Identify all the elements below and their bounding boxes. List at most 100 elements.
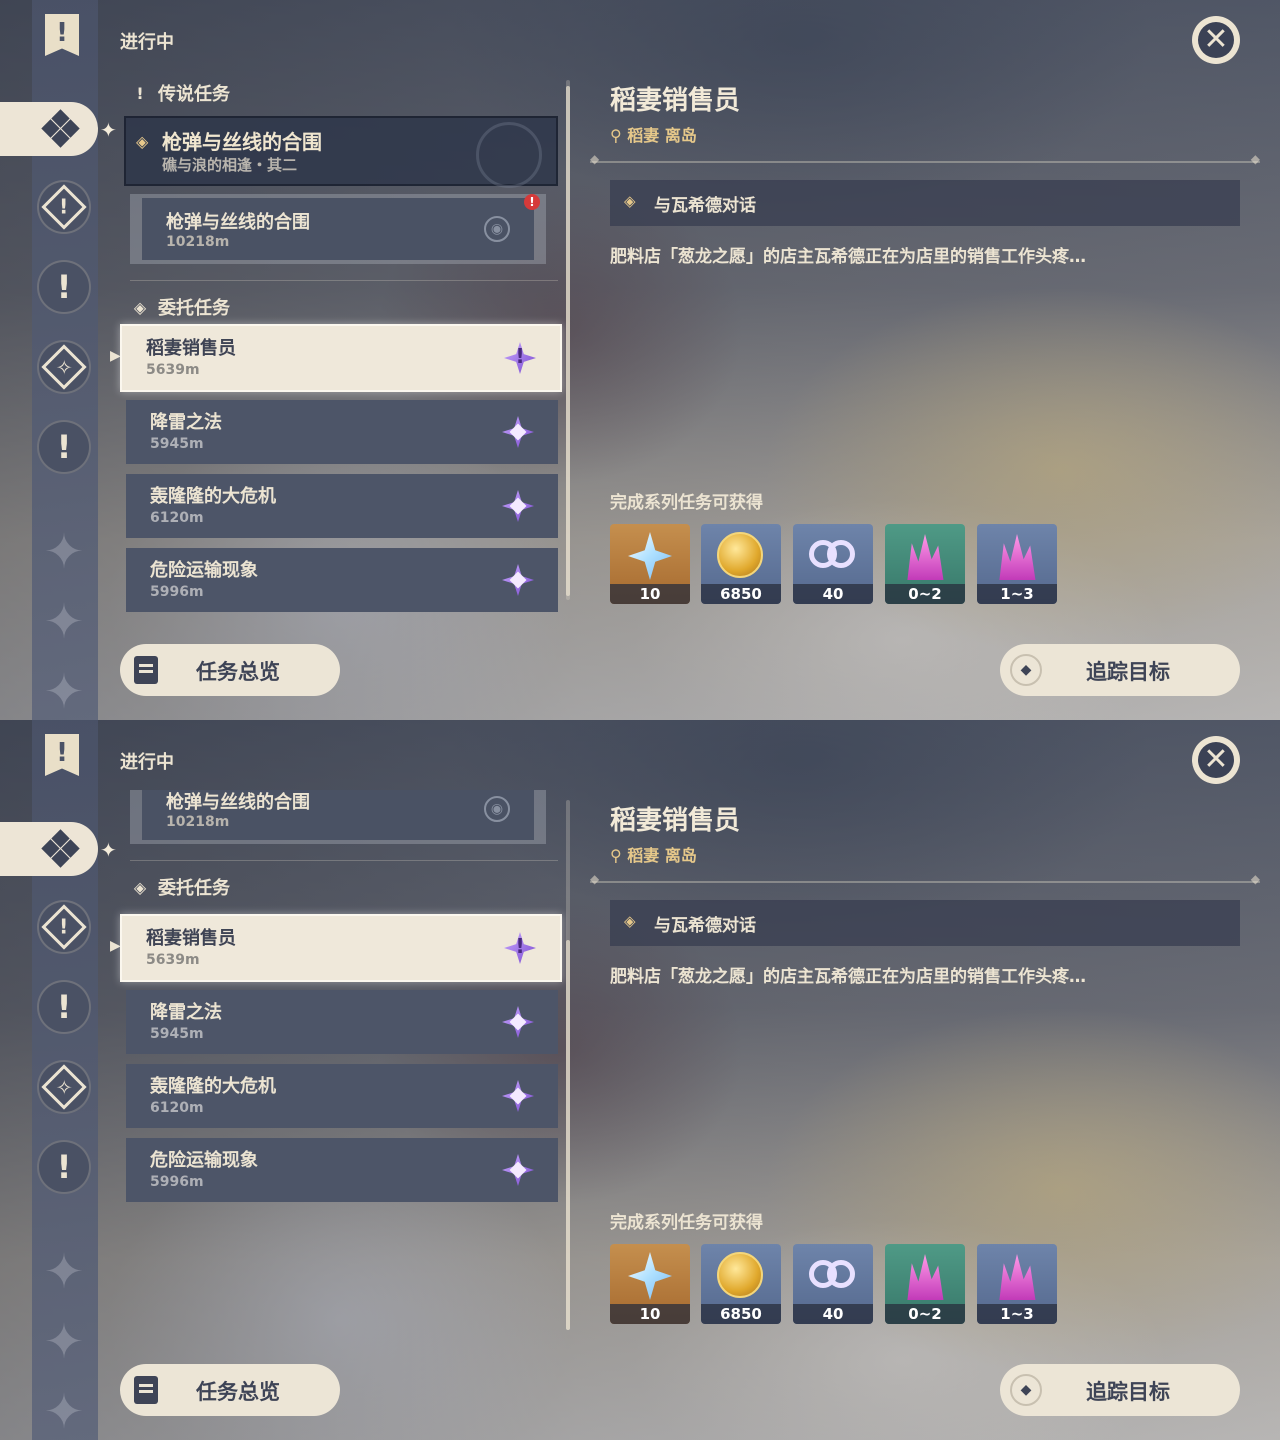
subquest-title: 枪弹与丝线的合围 (166, 792, 310, 813)
primogem-icon (628, 532, 672, 580)
close-button[interactable]: ✕ (1192, 736, 1240, 784)
quest-overview-button[interactable]: 任务总览 (120, 644, 340, 696)
sidebar-item-all-quests[interactable] (0, 822, 98, 876)
quest-overview-icon (134, 1376, 158, 1404)
quest-objective: ◈ 与瓦希德对话 (610, 180, 1240, 226)
scrollbar-thumb[interactable] (566, 86, 570, 596)
commission-card[interactable]: 稻妻销售员 5639m ! (120, 324, 562, 392)
decor-star-icon: ✦ (43, 664, 85, 720)
section-commissions: ◈ 委托任务 (133, 297, 230, 320)
subquest-distance: 10218m (166, 814, 230, 830)
reward-mora[interactable]: 6850 (701, 1244, 781, 1324)
decor-star-icon: ✦ (43, 1314, 85, 1370)
decor-star-icon: ✦ (43, 1384, 85, 1440)
reward-companionship-exp[interactable]: 40 (793, 1244, 873, 1324)
commission-card[interactable]: 稻妻销售员 5639m ! (120, 914, 562, 982)
quest-banner-icon: ! (45, 14, 79, 56)
legend-subquest-card[interactable]: 枪弹与丝线的合围 10218m ◉ (130, 790, 546, 844)
commission-card[interactable]: 降雷之法 5945m (126, 990, 558, 1054)
commission-card[interactable]: 危险运输现象 5996m (126, 548, 558, 612)
legend-quest-subtitle: 礁与浪的相逢・其二 (162, 156, 298, 174)
location-pin-icon: ⚲ (610, 126, 628, 145)
reward-crystal-chunk[interactable]: 1~3 (977, 524, 1057, 604)
legend-emblem-icon (476, 122, 542, 188)
scrollbar-thumb[interactable] (566, 940, 570, 1330)
reward-primogem[interactable]: 10 (610, 1244, 690, 1324)
companionship-exp-icon (807, 1252, 857, 1298)
mora-icon (717, 1252, 763, 1298)
quest-objective: ◈ 与瓦希德对话 (610, 900, 1240, 946)
commission-star-icon (498, 412, 538, 452)
world-quest-icon[interactable]: ✧ (37, 340, 91, 394)
quest-detail-title: 稻妻销售员 (610, 86, 741, 116)
primogem-icon (628, 1252, 672, 1300)
reward-mora[interactable]: 6850 (701, 524, 781, 604)
divider (130, 860, 558, 861)
all-quests-icon (41, 109, 80, 148)
commission-star-icon (498, 560, 538, 600)
event-quest-icon[interactable]: ! (37, 420, 91, 474)
reward-crystal-chunk[interactable]: 1~3 (977, 1244, 1057, 1324)
legend-subquest-card[interactable]: 枪弹与丝线的合围 10218m ◉ ! (130, 194, 546, 264)
divider (130, 280, 558, 281)
crystal-ore-icon (907, 1254, 944, 1300)
quest-description: 肥料店「葱龙之愿」的店主瓦希德正在为店里的销售工作头疼… (610, 967, 1086, 987)
commission-card[interactable]: 轰隆隆的大危机 6120m (126, 474, 558, 538)
title-divider (590, 152, 1260, 166)
track-target-button[interactable]: ◆ 追踪目标 (1000, 644, 1240, 696)
sidebar-item-all-quests[interactable] (0, 102, 98, 156)
legend-quest-icon: ! (136, 83, 144, 103)
quest-overview-button[interactable]: 任务总览 (120, 1364, 340, 1416)
commission-card[interactable]: 轰隆隆的大危机 6120m (126, 1064, 558, 1128)
track-target-icon: ◆ (1010, 1374, 1042, 1406)
crystal-chunk-icon (999, 1254, 1036, 1300)
objective-marker-icon: ◈ (624, 912, 636, 930)
commission-exclaim-icon: ! (500, 928, 540, 968)
decor-star-icon: ✦ (43, 1244, 85, 1300)
all-quests-icon (41, 829, 80, 868)
quest-description: 肥料店「葱龙之愿」的店主瓦希德正在为店里的销售工作头疼… (610, 247, 1086, 267)
commission-star-icon (498, 1150, 538, 1190)
reward-primogem[interactable]: 10 (610, 524, 690, 604)
quest-overview-icon (134, 656, 158, 684)
archon-quest-icon[interactable]: ! (37, 180, 91, 234)
track-target-icon: ◆ (1010, 654, 1042, 686)
commission-card[interactable]: 降雷之法 5945m (126, 400, 558, 464)
commission-card[interactable]: 危险运输现象 5996m (126, 1138, 558, 1202)
quest-list: 枪弹与丝线的合围 10218m ◉ ◈ 委托任务 ▶ 稻妻销售员 5639m !… (110, 790, 570, 1350)
quest-list: ! 传说任务 ◈ 枪弹与丝线的合围 礁与浪的相逢・其二 枪弹与丝线的合围 102… (110, 70, 570, 630)
commission-quest-icon: ◈ (133, 877, 147, 897)
alert-badge: ! (524, 194, 540, 210)
quest-marker-icon: ◈ (136, 132, 149, 151)
close-icon: ✕ (1198, 742, 1234, 778)
section-commissions: ◈ 委托任务 (133, 877, 230, 900)
decor-star-icon: ✦ (43, 594, 85, 650)
commission-quest-icon: ◈ (133, 297, 147, 317)
rewards-label: 完成系列任务可获得 (610, 493, 763, 513)
quest-detail-title: 稻妻销售员 (610, 806, 741, 836)
section-legend-quests: ! 传说任务 (132, 80, 230, 106)
reward-crystal-ore[interactable]: 0~2 (885, 1244, 965, 1324)
quest-location: ⚲ 稻妻 离岛 (610, 126, 697, 145)
rewards-label: 完成系列任务可获得 (610, 1213, 763, 1233)
legend-quest-title: 枪弹与丝线的合围 (162, 130, 322, 154)
crystal-ore-icon (907, 534, 944, 580)
track-target-button[interactable]: ◆ 追踪目标 (1000, 1364, 1240, 1416)
location-pin-icon[interactable]: ◉ (484, 216, 510, 242)
reward-crystal-ore[interactable]: 0~2 (885, 524, 965, 604)
location-pin-icon[interactable]: ◉ (484, 796, 510, 822)
archon-quest-icon[interactable]: ! (37, 900, 91, 954)
close-button[interactable]: ✕ (1192, 16, 1240, 64)
quest-banner-icon: ! (45, 734, 79, 776)
location-pin-icon: ⚲ (610, 846, 628, 865)
event-quest-icon[interactable]: ! (37, 1140, 91, 1194)
reward-companionship-exp[interactable]: 40 (793, 524, 873, 604)
commission-star-icon (498, 1076, 538, 1116)
quest-screen-top: ! ! ! ✧ ! ✦ ✦ ✦ ✦ 进行中 ✕ ! 传说任务 ◈ 枪弹与丝线的合… (0, 0, 1280, 720)
decor-star-icon: ✦ (43, 524, 85, 580)
story-quest-icon[interactable]: ! (37, 260, 91, 314)
world-quest-icon[interactable]: ✧ (37, 1060, 91, 1114)
story-quest-icon[interactable]: ! (37, 980, 91, 1034)
subquest-title: 枪弹与丝线的合围 (166, 212, 310, 233)
legend-quest-card[interactable]: ◈ 枪弹与丝线的合围 礁与浪的相逢・其二 (124, 116, 558, 188)
